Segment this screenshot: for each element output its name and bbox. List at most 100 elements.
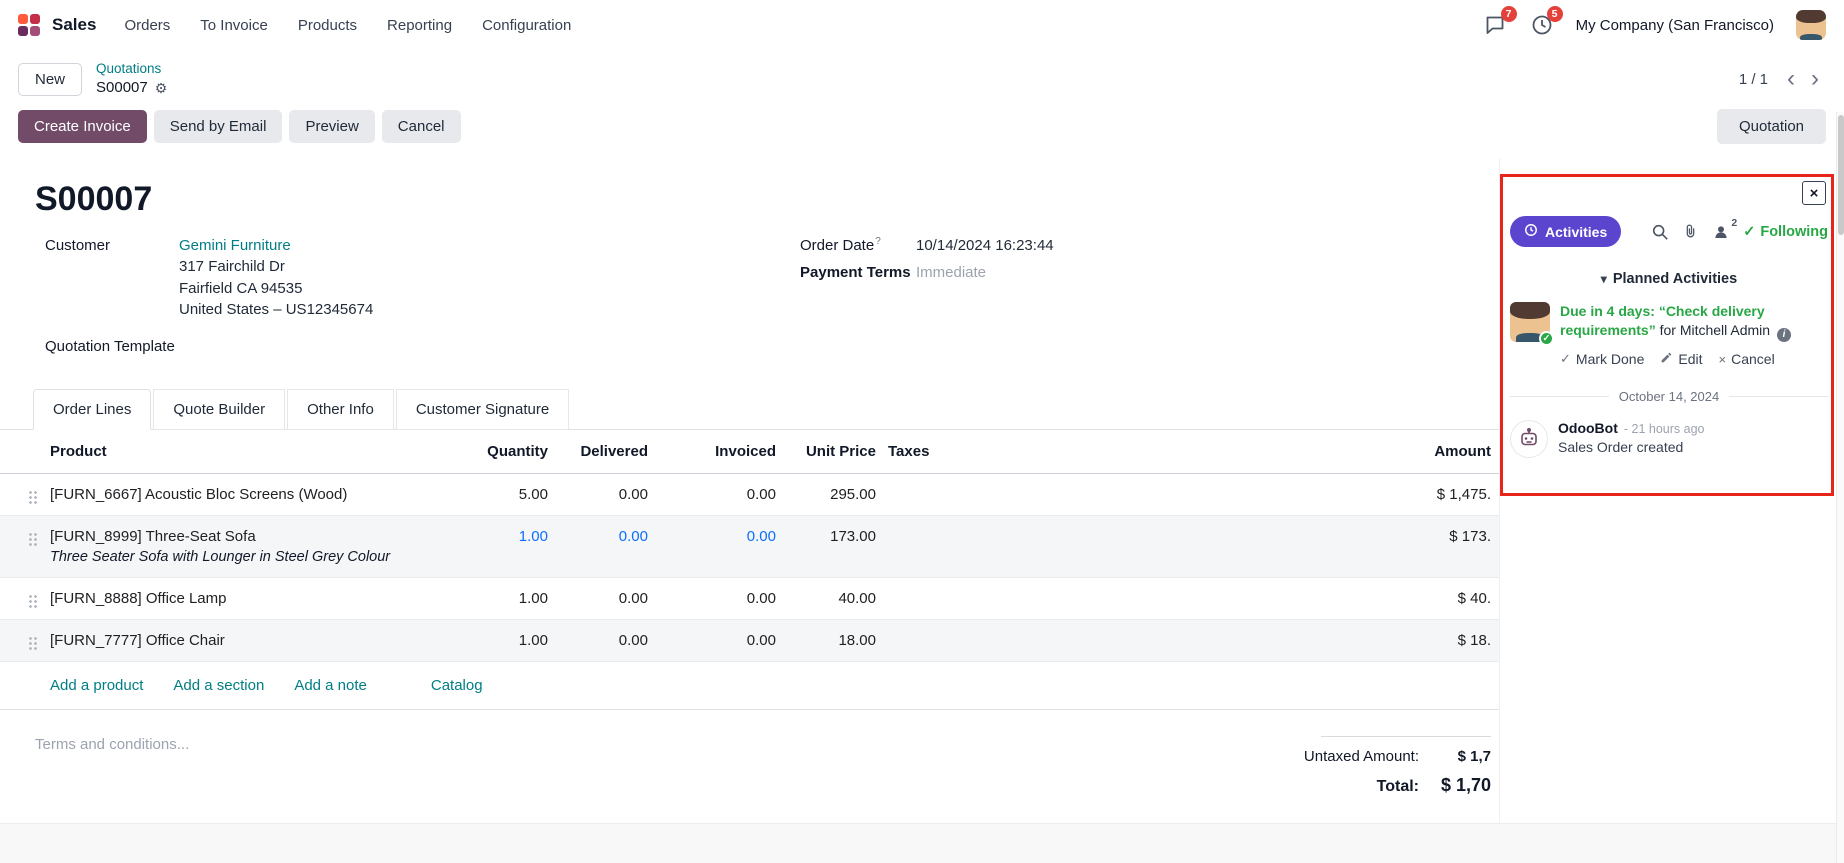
menu-configuration[interactable]: Configuration bbox=[482, 17, 571, 34]
breadcrumb-quotations[interactable]: Quotations bbox=[96, 60, 167, 78]
pager-next-button[interactable]: › bbox=[1804, 67, 1826, 91]
tab-customer-signature[interactable]: Customer Signature bbox=[396, 389, 569, 430]
activity-text: Due in 4 days: “Check delivery requireme… bbox=[1560, 302, 1828, 342]
untaxed-amount-label: Untaxed Amount: bbox=[1304, 748, 1419, 765]
unit-price-cell[interactable]: 173.00 bbox=[782, 516, 882, 557]
quantity-cell[interactable]: 5.00 bbox=[464, 474, 554, 515]
unit-price-cell[interactable]: 18.00 bbox=[782, 620, 882, 661]
add-a-product-link[interactable]: Add a product bbox=[50, 677, 143, 694]
messages-icon[interactable]: 7 bbox=[1484, 13, 1508, 37]
new-button[interactable]: New bbox=[18, 63, 82, 96]
add-a-note-link[interactable]: Add a note bbox=[294, 677, 367, 694]
cancel-button[interactable]: Cancel bbox=[382, 110, 461, 143]
quantity-cell[interactable]: 1.00 bbox=[464, 516, 554, 557]
product-cell[interactable]: [FURN_6667] Acoustic Bloc Screens (Wood) bbox=[50, 474, 464, 515]
taxes-cell[interactable] bbox=[882, 474, 1032, 498]
drag-handle-icon[interactable] bbox=[28, 532, 38, 547]
invoiced-cell[interactable]: 0.00 bbox=[654, 474, 782, 515]
delivered-cell[interactable]: 0.00 bbox=[554, 578, 654, 619]
activities-clock-icon[interactable]: 5 bbox=[1530, 13, 1554, 37]
taxes-cell[interactable] bbox=[882, 620, 1032, 644]
payment-terms-value[interactable]: Immediate bbox=[916, 262, 986, 283]
order-line-row[interactable]: [FURN_7777] Office Chair 1.00 0.00 0.00 … bbox=[0, 620, 1499, 662]
field-grid: Customer Gemini Furniture 317 Fairchild … bbox=[45, 235, 1499, 363]
followers-icon[interactable]: 2 bbox=[1712, 223, 1730, 241]
planned-activity-item: ✓ Due in 4 days: “Check delivery require… bbox=[1510, 302, 1828, 367]
terms-and-conditions-input[interactable]: Terms and conditions... bbox=[35, 736, 189, 806]
tab-quote-builder[interactable]: Quote Builder bbox=[153, 389, 285, 430]
gear-icon[interactable]: ⚙ bbox=[155, 79, 168, 97]
add-a-section-link[interactable]: Add a section bbox=[173, 677, 264, 694]
breadcrumb-current: S00007 bbox=[96, 78, 148, 98]
company-switcher[interactable]: My Company (San Francisco) bbox=[1576, 17, 1774, 34]
drag-handle-icon[interactable] bbox=[28, 490, 38, 505]
product-cell[interactable]: [FURN_8888] Office Lamp bbox=[50, 578, 464, 619]
tab-other-info[interactable]: Other Info bbox=[287, 389, 394, 430]
drag-handle-icon[interactable] bbox=[28, 594, 38, 609]
preview-button[interactable]: Preview bbox=[289, 110, 374, 143]
quantity-cell[interactable]: 1.00 bbox=[464, 578, 554, 619]
table-header-row: Product Quantity Delivered Invoiced Unit… bbox=[0, 430, 1499, 474]
help-icon: ? bbox=[875, 236, 881, 247]
delivered-cell[interactable]: 0.00 bbox=[554, 474, 654, 515]
create-invoice-button[interactable]: Create Invoice bbox=[18, 110, 147, 143]
menu-to-invoice[interactable]: To Invoice bbox=[200, 17, 268, 34]
app-name-sales[interactable]: Sales bbox=[52, 15, 96, 35]
apps-menu-icon[interactable] bbox=[18, 14, 40, 36]
pager-prev-button[interactable]: ‹ bbox=[1780, 67, 1802, 91]
message-time: - 21 hours ago bbox=[1624, 422, 1705, 436]
followers-count: 2 bbox=[1731, 217, 1737, 229]
order-date-value[interactable]: 10/14/2024 16:23:44 bbox=[916, 235, 1054, 256]
planned-activities-header[interactable]: ▾Planned Activities bbox=[1510, 271, 1828, 287]
taxes-cell[interactable] bbox=[882, 578, 1032, 602]
activity-check-badge: ✓ bbox=[1539, 331, 1554, 346]
unit-price-cell[interactable]: 295.00 bbox=[782, 474, 882, 515]
delivered-cell[interactable]: 0.00 bbox=[554, 516, 654, 557]
catalog-link[interactable]: Catalog bbox=[431, 677, 483, 694]
menu-orders[interactable]: Orders bbox=[124, 17, 170, 34]
invoiced-cell[interactable]: 0.00 bbox=[654, 578, 782, 619]
order-line-row[interactable]: [FURN_6667] Acoustic Bloc Screens (Wood)… bbox=[0, 474, 1499, 516]
annotation-close-button[interactable]: × bbox=[1802, 181, 1826, 205]
invoiced-cell[interactable]: 0.00 bbox=[654, 620, 782, 661]
customer-city: Fairfield CA 94535 bbox=[179, 278, 373, 299]
chatter-activities-button[interactable]: Activities bbox=[1510, 216, 1621, 247]
following-button[interactable]: ✓ Following bbox=[1743, 224, 1828, 240]
order-line-row[interactable]: [FURN_8999] Three-Seat Sofa Three Seater… bbox=[0, 516, 1499, 578]
scrollbar-thumb[interactable] bbox=[1838, 115, 1844, 235]
invoiced-cell[interactable]: 0.00 bbox=[654, 516, 782, 557]
tab-order-lines[interactable]: Order Lines bbox=[33, 389, 151, 430]
menu-reporting[interactable]: Reporting bbox=[387, 17, 452, 34]
unit-price-cell[interactable]: 40.00 bbox=[782, 578, 882, 619]
scrollbar[interactable] bbox=[1836, 112, 1844, 863]
user-avatar[interactable] bbox=[1796, 10, 1826, 40]
untaxed-amount-value: $ 1,7 bbox=[1419, 748, 1491, 765]
customer-link[interactable]: Gemini Furniture bbox=[179, 237, 291, 254]
search-icon[interactable] bbox=[1651, 223, 1669, 241]
form-sheet: S00007 Customer Gemini Furniture 317 Fai… bbox=[0, 158, 1499, 823]
quantity-cell[interactable]: 1.00 bbox=[464, 620, 554, 661]
chatter-panel: Activities 2 ✓ Following bbox=[1499, 158, 1844, 823]
drag-handle-icon[interactable] bbox=[28, 636, 38, 651]
pager-count: 1 / 1 bbox=[1739, 71, 1768, 88]
pencil-icon bbox=[1660, 351, 1673, 367]
paperclip-icon[interactable] bbox=[1682, 223, 1699, 240]
message-author[interactable]: OdooBot bbox=[1558, 420, 1618, 436]
control-panel: New Quotations S00007 ⚙ 1 / 1 ‹ › bbox=[0, 50, 1844, 102]
odoobot-avatar[interactable] bbox=[1510, 420, 1548, 458]
taxes-cell[interactable] bbox=[882, 516, 1032, 540]
top-navbar: Sales Orders To Invoice Products Reporti… bbox=[0, 0, 1844, 50]
cancel-activity-button[interactable]: × Cancel bbox=[1719, 351, 1775, 367]
delivered-cell[interactable]: 0.00 bbox=[554, 620, 654, 661]
order-line-row[interactable]: [FURN_8888] Office Lamp 1.00 0.00 0.00 4… bbox=[0, 578, 1499, 620]
quotation-template-label: Quotation Template bbox=[45, 336, 179, 357]
notebook-tabs: Order Lines Quote Builder Other Info Cus… bbox=[0, 389, 1499, 430]
info-icon[interactable]: i bbox=[1777, 328, 1791, 342]
product-cell[interactable]: [FURN_8999] Three-Seat Sofa Three Seater… bbox=[50, 516, 464, 577]
edit-activity-button[interactable]: Edit bbox=[1660, 351, 1702, 367]
menu-products[interactable]: Products bbox=[298, 17, 357, 34]
mark-done-button[interactable]: ✓ Mark Done bbox=[1560, 351, 1644, 367]
status-quotation[interactable]: Quotation bbox=[1717, 109, 1826, 144]
send-by-email-button[interactable]: Send by Email bbox=[154, 110, 283, 143]
product-cell[interactable]: [FURN_7777] Office Chair bbox=[50, 620, 464, 661]
